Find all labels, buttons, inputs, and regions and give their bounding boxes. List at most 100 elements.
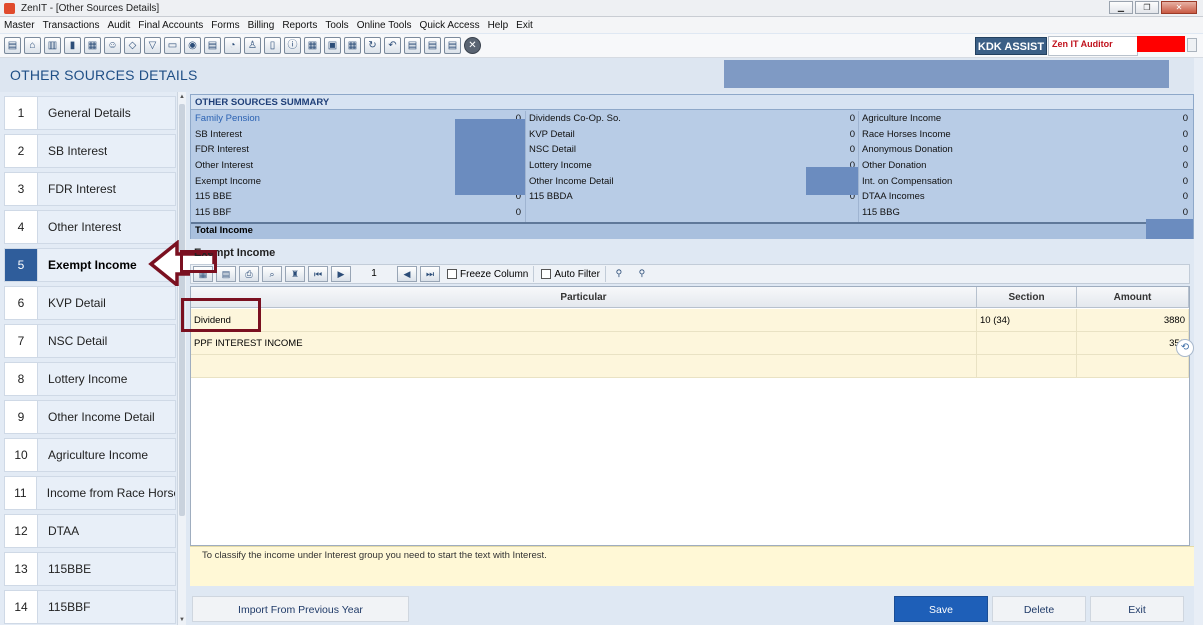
delete-button[interactable]: Delete: [992, 596, 1086, 622]
freeze-column-toggle[interactable]: Freeze Column: [447, 266, 535, 282]
exit-button[interactable]: Exit: [1090, 596, 1184, 622]
prev-page-icon[interactable]: ▶: [331, 266, 351, 282]
sidebar-item-number: 3: [5, 173, 38, 205]
calendar-icon[interactable]: ▦: [84, 37, 101, 54]
folder-icon[interactable]: ▤: [4, 37, 21, 54]
menu-transactions[interactable]: Transactions: [43, 20, 100, 31]
cell-particular[interactable]: [191, 355, 977, 378]
sidebar-item-dtaa[interactable]: 12 DTAA: [4, 514, 176, 548]
scroll-down-icon[interactable]: ▼: [178, 615, 186, 625]
search-icon[interactable]: ⌕: [262, 266, 282, 282]
auto-filter-toggle[interactable]: Auto Filter: [541, 266, 606, 282]
bs-icon[interactable]: ▤: [404, 37, 421, 54]
cell-amount[interactable]: 352: [1077, 332, 1189, 355]
sidebar-item-lottery-income[interactable]: 8 Lottery Income: [4, 362, 176, 396]
page-number[interactable]: 1: [354, 266, 394, 282]
save-icon[interactable]: ▭: [164, 37, 181, 54]
checkbox-icon[interactable]: [447, 269, 457, 279]
back-icon[interactable]: ↶: [384, 37, 401, 54]
sidebar-item-general-details[interactable]: 1 General Details: [4, 96, 176, 130]
sidebar-item-115bbe[interactable]: 13 115BBE: [4, 552, 176, 586]
summary-label[interactable]: Family Pension: [195, 113, 260, 124]
restore-button[interactable]: ❐: [1135, 1, 1159, 14]
menu-help[interactable]: Help: [488, 20, 509, 31]
summary-label: Race Horses Income: [862, 128, 951, 140]
table-row[interactable]: [191, 355, 1189, 378]
menu-final-accounts[interactable]: Final Accounts: [138, 20, 203, 31]
minimize-button[interactable]: ▁: [1109, 1, 1133, 14]
cell-particular[interactable]: Dividend: [191, 309, 977, 332]
media-icon[interactable]: ◉: [184, 37, 201, 54]
menu-reports[interactable]: Reports: [282, 20, 317, 31]
menu-exit[interactable]: Exit: [516, 20, 533, 31]
chart-icon[interactable]: ▮: [64, 37, 81, 54]
users-icon[interactable]: ☺: [104, 37, 121, 54]
cell-particular[interactable]: PPF INTEREST INCOME: [191, 332, 977, 355]
menu-billing[interactable]: Billing: [248, 20, 275, 31]
user-filter-icon[interactable]: ⚲: [632, 266, 652, 282]
kdk-assist-button[interactable]: KDK ASSIST: [975, 37, 1047, 55]
menu-online-tools[interactable]: Online Tools: [357, 20, 412, 31]
sidebar-item-other-interest[interactable]: 4 Other Interest: [4, 210, 176, 244]
home-icon[interactable]: ⌂: [24, 37, 41, 54]
column-header-section[interactable]: Section: [977, 287, 1077, 308]
cell-amount[interactable]: [1077, 355, 1189, 378]
floating-helper-icon[interactable]: ⟲: [1176, 339, 1194, 357]
sidebar-item-sb-interest[interactable]: 2 SB Interest: [4, 134, 176, 168]
column-header-amount[interactable]: Amount: [1077, 287, 1189, 308]
pie-icon[interactable]: ◔: [224, 37, 241, 54]
refresh-icon[interactable]: ↻: [364, 37, 381, 54]
last-page-icon[interactable]: ⏭: [420, 266, 440, 282]
column-header-particular[interactable]: Particular: [191, 287, 977, 308]
cell-section[interactable]: 10 (34): [977, 309, 1077, 332]
hierarchy-icon[interactable]: ♜: [285, 266, 305, 282]
table-row[interactable]: Dividend 10 (34) 3880: [191, 309, 1189, 332]
sidebar-item-agriculture-income[interactable]: 10 Agriculture Income: [4, 438, 176, 472]
export-icon[interactable]: ▤: [216, 266, 236, 282]
menu-master[interactable]: Master: [4, 20, 35, 31]
tag-icon[interactable]: ◇: [124, 37, 141, 54]
calendar-icon[interactable]: ▦: [344, 37, 361, 54]
next-page-icon[interactable]: ◀: [397, 266, 417, 282]
sidebar-item-nsc-detail[interactable]: 7 NSC Detail: [4, 324, 176, 358]
sidebar-item-other-income-detail[interactable]: 9 Other Income Detail: [4, 400, 176, 434]
menu-audit[interactable]: Audit: [107, 20, 130, 31]
sod-icon[interactable]: ▤: [424, 37, 441, 54]
close-icon[interactable]: ✕: [464, 37, 481, 54]
menu-quick-access[interactable]: Quick Access: [420, 20, 480, 31]
sidebar-scrollbar[interactable]: ▲ ▼: [177, 92, 186, 625]
close-window-button[interactable]: ✕: [1161, 1, 1197, 14]
user-search-icon[interactable]: ⚲: [609, 266, 629, 282]
checkbox-icon[interactable]: [541, 269, 552, 279]
sidebar-item-fdr-interest[interactable]: 3 FDR Interest: [4, 172, 176, 206]
building-icon[interactable]: ▥: [44, 37, 61, 54]
report-icon[interactable]: ▤: [444, 37, 461, 54]
table-icon[interactable]: ▦: [304, 37, 321, 54]
image-icon[interactable]: ▣: [324, 37, 341, 54]
save-button[interactable]: Save: [894, 596, 988, 622]
scroll-up-icon[interactable]: ▲: [178, 92, 186, 102]
sidebar-item-number: 6: [5, 287, 38, 319]
document-icon[interactable]: ▤: [204, 37, 221, 54]
toolbar-overflow-button[interactable]: [1187, 38, 1197, 52]
cell-amount[interactable]: 3880: [1077, 309, 1189, 332]
user-icon[interactable]: ♙: [244, 37, 261, 54]
summary-label: DTAA Incomes: [862, 191, 925, 203]
cell-section[interactable]: [977, 332, 1077, 355]
menu-tools[interactable]: Tools: [325, 20, 348, 31]
menu-forms[interactable]: Forms: [211, 20, 239, 31]
auditor-field[interactable]: Zen IT Auditor: [1048, 36, 1138, 56]
print-icon[interactable]: ⎙: [239, 266, 259, 282]
filter-icon[interactable]: ▽: [144, 37, 161, 54]
sidebar-item-race-horse[interactable]: 11 Income from Race Horse: [4, 476, 176, 510]
sidebar-item-kvp-detail[interactable]: 6 KVP Detail: [4, 286, 176, 320]
sidebar-item-115bbf[interactable]: 14 115BBF: [4, 590, 176, 624]
book-icon[interactable]: ▯: [264, 37, 281, 54]
summary-value: 0: [515, 207, 521, 219]
first-page-icon[interactable]: ⏮: [308, 266, 328, 282]
import-previous-year-button[interactable]: Import From Previous Year: [192, 596, 409, 622]
cell-section[interactable]: [977, 355, 1077, 378]
table-row[interactable]: PPF INTEREST INCOME 352: [191, 332, 1189, 355]
info-icon[interactable]: ⓘ: [284, 37, 301, 54]
summary-row: 115 BBG 0: [858, 205, 1192, 221]
